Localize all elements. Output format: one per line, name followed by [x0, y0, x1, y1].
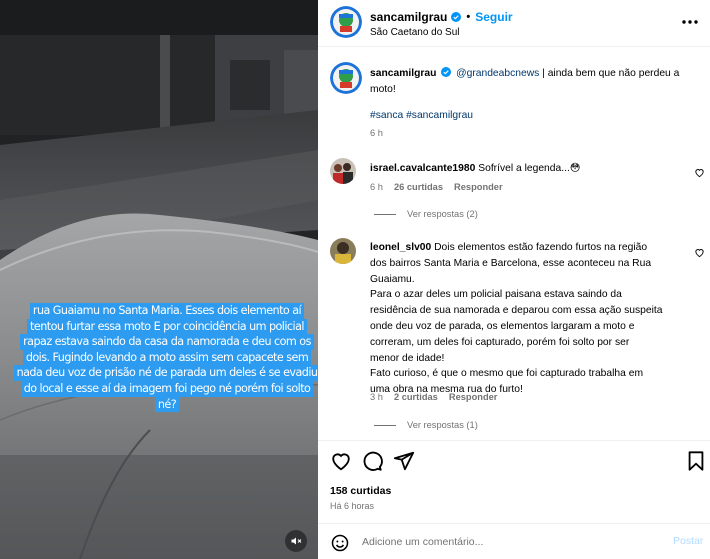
comment-body-line: Fato curioso, é que o mesmo que foi capt…: [370, 368, 644, 380]
heart-icon[interactable]: [694, 247, 705, 258]
post-comment-button[interactable]: Postar: [673, 535, 703, 547]
comment-body-line: onde deu voz de parada, os elementos lar…: [370, 320, 635, 332]
profile-picture: [330, 62, 362, 94]
hashtags[interactable]: #sanca #sancamilgrau: [370, 108, 473, 124]
view-replies-label: Ver respostas (1): [407, 420, 478, 430]
follow-button[interactable]: Seguir: [475, 10, 512, 24]
video-caption-line: rapaz estava saindo da casa da namorada …: [20, 334, 314, 350]
reply-button[interactable]: Responder: [449, 392, 498, 402]
comment-likes[interactable]: 26 curtidas: [394, 182, 443, 192]
share-send-icon[interactable]: [393, 450, 415, 472]
post-video[interactable]: rua Guaiamu no Santa Maria. Esses dois e…: [0, 0, 318, 559]
location-link[interactable]: São Caetano do Sul: [370, 27, 460, 38]
like-heart-icon[interactable]: [330, 450, 352, 472]
comment-body-line: Guaiamu.: [370, 273, 415, 285]
comment-text: leonel_slv00 Dois elementos estão fazend…: [370, 240, 690, 398]
comment-likes[interactable]: 2 curtidas: [394, 392, 438, 402]
comment-body-line: menor de idade!: [370, 352, 445, 364]
comment-body: Sofrível a legenda...😳: [478, 163, 581, 174]
timestamp: 3 h: [370, 392, 383, 402]
mute-button[interactable]: [285, 530, 307, 552]
avatar[interactable]: [330, 62, 362, 94]
comment-body-line: correram, um deles foi capturado, porém …: [370, 336, 630, 348]
comment-username[interactable]: leonel_slv00: [370, 242, 431, 253]
comment-body-line: dos bairros Santa Maria e Barcelona, ess…: [370, 257, 652, 269]
add-comment-bar: Postar: [318, 523, 710, 559]
verified-badge-icon: [451, 12, 462, 22]
view-replies-button[interactable]: Ver respostas (2): [374, 209, 478, 219]
post-header: sancamilgrau • Seguir São Caetano do Sul: [318, 0, 710, 47]
speaker-muted-icon: [291, 537, 302, 545]
likes-count[interactable]: 158 curtidas: [330, 485, 391, 497]
post-caption: sancamilgrau @grandeabcnews | ainda bem …: [370, 66, 700, 98]
post-author: sancamilgrau • Seguir: [370, 10, 513, 24]
separator-dot: •: [466, 11, 471, 23]
comment-bubble-icon[interactable]: [361, 450, 383, 472]
username-link[interactable]: sancamilgrau: [370, 10, 447, 24]
video-frame: [0, 0, 318, 559]
more-options-icon[interactable]: [680, 14, 700, 30]
comments-section: sancamilgrau @grandeabcnews | ainda bem …: [318, 48, 710, 440]
caption-username[interactable]: sancamilgrau: [370, 68, 436, 79]
comment-meta: 6 h 26 curtidas Responder: [370, 182, 503, 192]
replies-divider: [374, 424, 396, 426]
bookmark-icon[interactable]: [685, 450, 707, 472]
profile-picture: [330, 238, 356, 264]
heart-icon[interactable]: [694, 167, 705, 178]
view-replies-button[interactable]: Ver respostas (1): [374, 420, 478, 430]
timestamp: 6 h: [370, 182, 383, 192]
avatar[interactable]: [330, 238, 356, 264]
avatar[interactable]: [330, 158, 356, 184]
mention-link[interactable]: @grandeabcnews: [456, 68, 539, 79]
view-replies-label: Ver respostas (2): [407, 209, 478, 219]
emoji-icon[interactable]: [331, 534, 349, 552]
avatar[interactable]: [330, 6, 362, 38]
reply-button[interactable]: Responder: [454, 182, 503, 192]
timestamp: 6 h: [370, 128, 383, 138]
video-caption: rua Guaiamu no Santa Maria. Esses dois e…: [13, 299, 318, 417]
comment-body-line: Para o azar deles um policial paisana es…: [370, 289, 622, 301]
post-time: Há 6 horas: [330, 501, 375, 511]
comment-text: israel.cavalcante1980 Sofrível a legenda…: [370, 161, 690, 177]
video-caption-line: dois. Fugindo levando a moto assim sem c…: [22, 349, 312, 366]
video-caption-line: rua Guaiamu no Santa Maria. Esses dois e…: [29, 303, 305, 319]
post-actions: 158 curtidas Há 6 horas: [318, 440, 710, 520]
video-caption-line: tentou furtar essa moto E por coincidênc…: [27, 318, 307, 335]
post-details-panel: sancamilgrau • Seguir São Caetano do Sul: [318, 0, 710, 559]
video-caption-line: né?: [154, 396, 180, 413]
profile-picture: [330, 6, 362, 38]
profile-picture: [330, 158, 356, 184]
comment-body-line: Dois elementos estão fazendo furtos na r…: [434, 242, 648, 253]
replies-divider: [374, 213, 396, 215]
video-caption-line: nada deu voz de prisão né de parada um d…: [13, 365, 318, 381]
caption-time: 6 h: [370, 128, 383, 138]
comment-meta: 3 h 2 curtidas Responder: [370, 392, 497, 402]
comment-username[interactable]: israel.cavalcante1980: [370, 163, 475, 174]
comment-body-line: residência de sua namorada e deparou com…: [370, 305, 663, 317]
video-caption-line: do local e esse aí da imagem foi pego né…: [20, 380, 314, 397]
comment-input[interactable]: [362, 533, 642, 551]
verified-badge-icon: [441, 67, 452, 77]
